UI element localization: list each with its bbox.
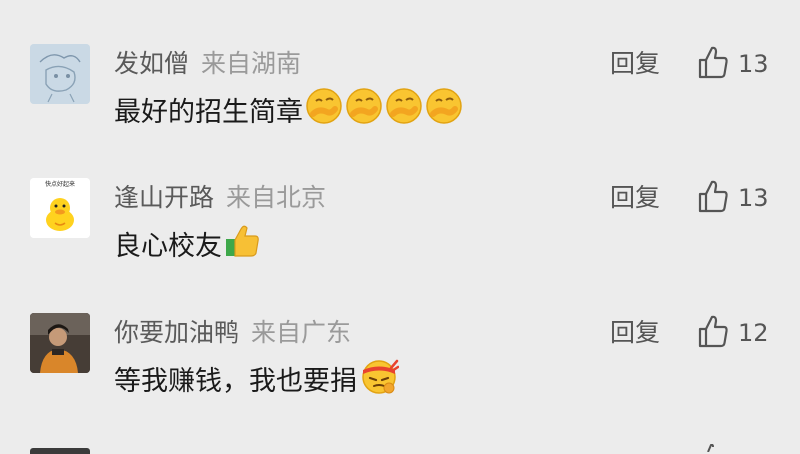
username[interactable]: 你要加油鸭 — [114, 318, 239, 347]
lip-smirk-emoji-icon — [305, 87, 343, 132]
avatar[interactable] — [30, 448, 90, 454]
thumbs-up-icon[interactable] — [697, 45, 729, 79]
location-label: 来自广东 — [251, 318, 352, 347]
comment-text-row: 最好的招生简章 — [114, 84, 463, 134]
reply-button[interactable]: 回复 — [610, 178, 660, 218]
comment-item: 发如僧 来自湖南 回复 13 最好的招生简章 — [0, 44, 800, 174]
comment-header: 你要加油鸭 来自广东 — [114, 313, 351, 353]
username[interactable]: 发如僧 — [114, 49, 189, 78]
reply-button[interactable]: 回复 — [610, 313, 660, 353]
like-count: 13 — [738, 184, 769, 212]
username[interactable]: 逢山开路 — [114, 183, 214, 212]
determined-headband-emoji-icon — [359, 355, 400, 402]
sketch-avatar-icon — [30, 44, 90, 104]
lip-smirk-emoji-icon — [425, 87, 463, 132]
thumbs-up-icon[interactable] — [702, 444, 718, 452]
comment-text-row: 良心校友 — [114, 218, 260, 268]
thumbs-up-emoji-icon — [224, 221, 260, 266]
location-label: 来自北京 — [226, 183, 327, 212]
comment-item: 你要加油鸭 来自广东 回复 12 等我赚钱，我也要捐 — [0, 313, 800, 443]
comment-header: 发如僧 来自湖南 — [114, 44, 301, 84]
avatar[interactable]: 快点好起来 — [30, 178, 90, 238]
avatar[interactable] — [30, 44, 90, 104]
comment-text: 等我赚钱，我也要捐 — [114, 365, 357, 397]
thumbs-up-icon[interactable] — [697, 314, 729, 348]
thumbs-up-icon[interactable] — [697, 179, 729, 213]
next-comment-partial — [0, 440, 800, 454]
lip-smirk-emoji-icon — [345, 87, 383, 132]
avatar-caption: 快点好起来 — [44, 181, 75, 188]
comment-item: 快点好起来 逢山开路 来自北京 回复 13 良心校友 — [0, 178, 800, 308]
like-count: 12 — [738, 319, 769, 347]
reply-button[interactable]: 回复 — [610, 44, 660, 84]
like-count: 13 — [738, 50, 769, 78]
comment-text: 最好的招生简章 — [114, 96, 303, 128]
avatar[interactable] — [30, 313, 90, 373]
lip-smirk-emoji-icon — [385, 87, 423, 132]
location-label: 来自湖南 — [201, 49, 302, 78]
person-photo-avatar-icon — [30, 313, 90, 373]
comment-header: 逢山开路 来自北京 — [114, 178, 326, 218]
comment-text-row: 等我赚钱，我也要捐 — [114, 353, 400, 403]
comment-text: 良心校友 — [114, 230, 222, 262]
